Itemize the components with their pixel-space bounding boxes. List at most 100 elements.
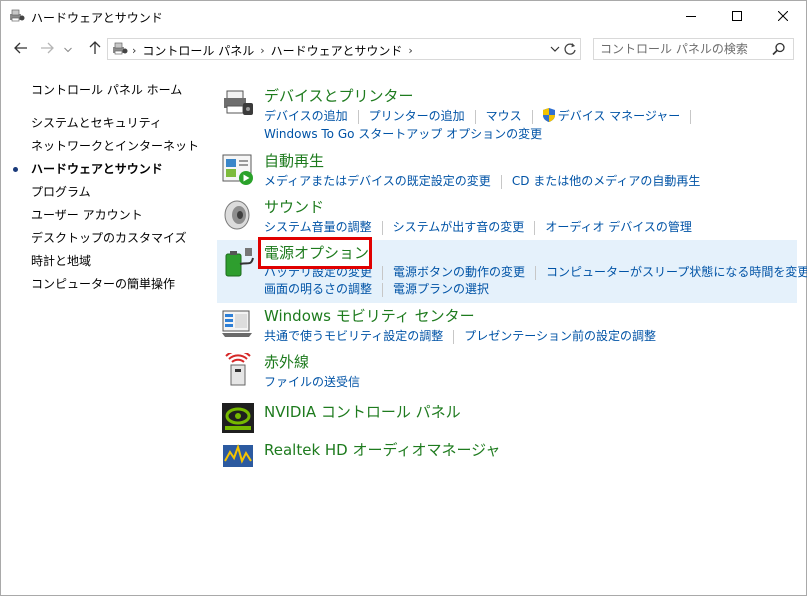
speaker-icon	[221, 198, 255, 232]
category-autoplay: 自動再生 メディアまたはデバイスの既定設定の変更 CD または他のメディアの自動再…	[217, 150, 797, 192]
search-input[interactable]	[600, 41, 770, 57]
add-printer-link[interactable]: プリンターの追加	[369, 109, 465, 123]
media-default-settings-link[interactable]: メディアまたはデバイスの既定設定の変更	[264, 174, 491, 188]
device-manager-link[interactable]: デバイス マネージャー	[558, 109, 681, 123]
category-power-options: バッテリ設定の変更 電源ボタンの動作の変更 コンピューターがスリープ状態になる時間を…	[217, 237, 807, 303]
mobility-links: 共通で使うモビリティ設定の調整 プレゼンテーション前の設定の調整	[264, 327, 656, 344]
devices-links-row-2: Windows To Go スタートアップ オプションの変更	[264, 125, 542, 142]
mobility-center-icon	[221, 307, 255, 341]
up-button[interactable]	[85, 39, 105, 59]
realtek-audio-manager-title[interactable]: Realtek HD オーディオマネージャ	[264, 439, 500, 460]
window: ハードウェアとサウンド › コントロール パネル › ハードウェアとサウンド ›	[0, 0, 807, 596]
sound-links: システム音量の調整 システムが出す音の変更 オーディオ デバイスの管理	[264, 218, 692, 235]
nav-user-accounts[interactable]: ユーザー アカウント	[31, 206, 143, 223]
nvidia-control-panel-title[interactable]: NVIDIA コントロール パネル	[264, 401, 461, 422]
link-separator	[382, 282, 384, 297]
adjust-brightness-link[interactable]: 画面の明るさの調整	[264, 282, 372, 296]
category-infrared: 赤外線 ファイルの送受信	[217, 350, 797, 393]
nav-desktop-customization[interactable]: デスクトップのカスタマイズ	[31, 229, 187, 246]
nav-network-and-internet[interactable]: ネットワークとインターネット	[31, 137, 199, 154]
maximize-button[interactable]	[714, 1, 760, 32]
windows-to-go-link[interactable]: Windows To Go スタートアップ オプションの変更	[264, 127, 542, 141]
category-mobility-center: Windows モビリティ センター 共通で使うモビリティ設定の調整 プレゼンテー…	[217, 305, 797, 347]
power-button-behavior-link[interactable]: 電源ボタンの動作の変更	[393, 265, 525, 279]
link-separator	[474, 109, 476, 124]
link-separator	[357, 109, 359, 124]
nav-clock-and-region[interactable]: 時計と地域	[31, 252, 91, 269]
up-arrow-icon	[89, 40, 101, 58]
category-devices-and-printers: デバイスとプリンター デバイスの追加 プリンターの追加 マウス デバイス マネージャー…	[217, 85, 797, 145]
forward-button[interactable]	[37, 39, 57, 59]
add-device-link[interactable]: デバイスの追加	[264, 109, 348, 123]
search-box[interactable]	[593, 38, 794, 60]
link-separator	[381, 220, 383, 235]
forward-arrow-icon	[40, 42, 54, 57]
minimize-button[interactable]	[668, 1, 714, 32]
nav-system-and-security[interactable]: システムとセキュリティ	[31, 114, 162, 131]
sleep-time-link[interactable]: コンピューターがスリープ状態になる時間を変更	[546, 265, 807, 279]
adjust-volume-link[interactable]: システム音量の調整	[264, 220, 372, 234]
link-separator	[531, 109, 533, 124]
close-button[interactable]	[760, 1, 806, 32]
presentation-settings-link[interactable]: プレゼンテーション前の設定の調整	[464, 329, 656, 343]
send-receive-files-link[interactable]: ファイルの送受信	[264, 375, 360, 389]
back-arrow-icon	[14, 42, 28, 57]
common-mobility-settings-link[interactable]: 共通で使うモビリティ設定の調整	[264, 329, 443, 343]
window-title: ハードウェアとサウンド	[31, 11, 163, 25]
choose-power-plan-link[interactable]: 電源プランの選択	[393, 282, 489, 296]
link-separator	[500, 174, 502, 189]
refresh-icon	[563, 43, 577, 60]
realtek-audio-icon	[221, 439, 255, 473]
maximize-icon	[732, 10, 742, 24]
devices-links-row-1: デバイスの追加 プリンターの追加 マウス デバイス マネージャー	[264, 107, 701, 125]
chevron-down-icon	[64, 42, 72, 56]
power-options-title[interactable]: 電源オプション	[264, 242, 369, 263]
infrared-links: ファイルの送受信	[264, 373, 360, 390]
power-links-row-2: 画面の明るさの調整 電源プランの選択	[264, 280, 489, 297]
chevron-right-icon[interactable]: ›	[408, 44, 412, 57]
autoplay-title[interactable]: 自動再生	[264, 150, 324, 171]
printer-icon	[221, 87, 255, 121]
infrared-title[interactable]: 赤外線	[264, 351, 309, 372]
link-separator	[534, 220, 536, 235]
nvidia-logo-icon	[221, 401, 255, 435]
recent-locations-button[interactable]	[61, 39, 75, 59]
change-system-sounds-link[interactable]: システムが出す音の変更	[393, 220, 525, 234]
nav-ease-of-access[interactable]: コンピューターの簡単操作	[31, 275, 175, 292]
devices-and-printers-title[interactable]: デバイスとプリンター	[264, 85, 414, 106]
mobility-center-title[interactable]: Windows モビリティ センター	[264, 305, 475, 326]
search-icon[interactable]	[772, 42, 786, 59]
battery-plug-icon	[221, 245, 255, 279]
uac-shield-icon	[542, 108, 555, 125]
address-bar[interactable]: › コントロール パネル › ハードウェアとサウンド ›	[107, 38, 581, 60]
chevron-right-icon[interactable]: ›	[132, 44, 136, 57]
chevron-right-icon[interactable]: ›	[260, 44, 264, 57]
back-button[interactable]	[11, 39, 31, 59]
nav-control-panel-home[interactable]: コントロール パネル ホーム	[31, 81, 182, 98]
breadcrumb-control-panel[interactable]: コントロール パネル	[142, 42, 254, 59]
autoplay-icon	[221, 152, 255, 186]
nav-programs[interactable]: プログラム	[31, 183, 91, 200]
infrared-icon	[221, 350, 255, 387]
category-sound: サウンド システム音量の調整 システムが出す音の変更 オーディオ デバイスの管理	[217, 196, 797, 238]
address-dropdown-icon[interactable]	[550, 43, 560, 58]
nav-hardware-and-sound: ハードウェアとサウンド	[31, 162, 163, 176]
category-realtek: Realtek HD オーディオマネージャ	[217, 437, 797, 473]
link-separator	[453, 329, 455, 344]
sound-title[interactable]: サウンド	[264, 196, 324, 217]
category-nvidia: NVIDIA コントロール パネル	[217, 399, 797, 435]
breadcrumb: › コントロール パネル › ハードウェアとサウンド ›	[132, 42, 419, 59]
refresh-button[interactable]	[563, 41, 577, 60]
link-separator	[690, 109, 692, 124]
title-bar: ハードウェアとサウンド	[1, 1, 806, 32]
autoplay-links: メディアまたはデバイスの既定設定の変更 CD または他のメディアの自動再生	[264, 172, 700, 189]
breadcrumb-hardware-and-sound[interactable]: ハードウェアとサウンド	[271, 42, 403, 59]
manage-audio-devices-link[interactable]: オーディオ デバイスの管理	[545, 220, 692, 234]
mouse-link[interactable]: マウス	[486, 109, 522, 123]
minimize-icon	[686, 10, 696, 24]
link-separator	[535, 265, 537, 280]
cd-autoplay-link[interactable]: CD または他のメディアの自動再生	[512, 174, 701, 188]
annotation-highlight-box: 電源オプション	[258, 237, 372, 269]
close-icon	[777, 10, 789, 24]
control-panel-hardware-icon	[9, 9, 25, 23]
